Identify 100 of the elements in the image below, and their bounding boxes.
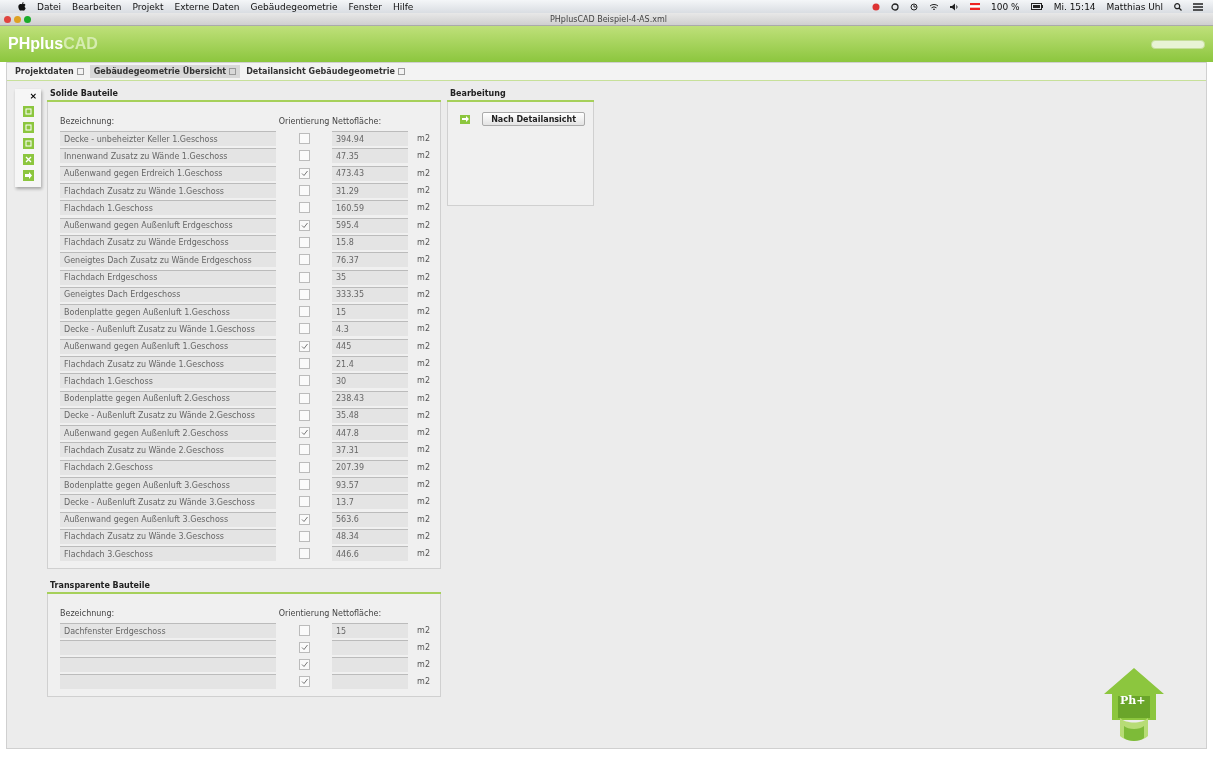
name-field[interactable]: Bodenplatte gegen Außenluft 2.Geschoss bbox=[60, 390, 276, 406]
name-field[interactable]: Bodenplatte gegen Außenluft 3.Geschoss bbox=[60, 477, 276, 493]
orientation-checkbox[interactable] bbox=[298, 659, 310, 671]
area-field[interactable] bbox=[332, 640, 408, 656]
tool-icon[interactable] bbox=[22, 154, 34, 165]
orientation-checkbox[interactable] bbox=[298, 358, 310, 369]
orientation-checkbox[interactable] bbox=[298, 392, 310, 404]
name-field[interactable]: Dachfenster Erdgeschoss bbox=[60, 623, 276, 639]
name-field[interactable]: Flachdach Zusatz zu Wände 1.Geschoss bbox=[60, 183, 276, 199]
name-field[interactable]: Flachdach Zusatz zu Wände 1.Geschoss bbox=[60, 356, 276, 371]
orientation-checkbox[interactable] bbox=[298, 444, 310, 456]
area-field[interactable]: 93.57 bbox=[332, 477, 408, 493]
area-field[interactable]: 15.8 bbox=[332, 234, 408, 250]
orientation-checkbox[interactable] bbox=[298, 323, 310, 335]
area-field[interactable]: 48.34 bbox=[332, 528, 408, 544]
menu-item[interactable]: Projekt bbox=[132, 1, 164, 12]
name-field[interactable]: Decke - Außenluft Zusatz zu Wände 1.Geschoss bbox=[60, 321, 276, 337]
name-field[interactable]: Geneigtes Dach Erdgeschoss bbox=[60, 286, 276, 302]
close-button[interactable] bbox=[4, 15, 11, 23]
area-field[interactable]: 447.8 bbox=[332, 425, 408, 441]
name-field[interactable]: Geneigtes Dach Zusatz zu Wände Erdgeschoss bbox=[60, 252, 276, 268]
area-field[interactable]: 207.39 bbox=[332, 459, 408, 475]
orientation-checkbox[interactable] bbox=[298, 202, 310, 214]
orientation-checkbox[interactable] bbox=[298, 340, 310, 352]
speaker-icon[interactable] bbox=[950, 2, 960, 11]
name-field[interactable]: Innenwand Zusatz zu Wände 1.Geschoss bbox=[60, 148, 276, 164]
area-field[interactable]: 35 bbox=[332, 269, 408, 285]
area-field[interactable]: 15 bbox=[332, 304, 408, 320]
close-button[interactable]: × bbox=[29, 91, 37, 101]
orientation-checkbox[interactable] bbox=[298, 375, 310, 387]
name-field[interactable]: Flachdach Zusatz zu Wände 2.Geschoss bbox=[60, 442, 276, 458]
orientation-checkbox[interactable] bbox=[298, 306, 310, 318]
status-icon[interactable] bbox=[872, 2, 881, 11]
area-field[interactable]: 76.37 bbox=[332, 252, 408, 268]
name-field[interactable] bbox=[60, 674, 276, 690]
search-icon[interactable] bbox=[1174, 2, 1182, 11]
area-field[interactable]: 47.35 bbox=[332, 148, 408, 164]
area-field[interactable]: 595.4 bbox=[332, 217, 408, 233]
battery-icon[interactable] bbox=[1030, 3, 1043, 10]
orientation-checkbox[interactable] bbox=[298, 548, 310, 560]
arrow-icon[interactable] bbox=[460, 114, 471, 124]
tool-icon[interactable] bbox=[22, 106, 34, 117]
detail-view-button[interactable]: Nach Detailansicht bbox=[482, 112, 585, 126]
clock-icon[interactable] bbox=[910, 2, 919, 11]
orientation-checkbox[interactable] bbox=[298, 427, 310, 439]
list-icon[interactable] bbox=[1193, 2, 1203, 11]
name-field[interactable]: Flachdach Erdgeschoss bbox=[60, 269, 276, 285]
tab[interactable]: Projektdaten bbox=[11, 65, 88, 78]
area-field[interactable]: 394.94 bbox=[332, 131, 408, 147]
apple-icon[interactable] bbox=[18, 2, 26, 11]
tool-icon[interactable] bbox=[22, 122, 34, 133]
wifi-icon[interactable] bbox=[929, 2, 940, 11]
name-field[interactable]: Flachdach 1.Geschoss bbox=[60, 200, 276, 216]
area-field[interactable]: 21.4 bbox=[332, 356, 408, 371]
area-field[interactable] bbox=[332, 657, 408, 673]
name-field[interactable] bbox=[60, 640, 276, 656]
orientation-checkbox[interactable] bbox=[298, 642, 310, 654]
name-field[interactable]: Flachdach Zusatz zu Wände Erdgeschoss bbox=[60, 234, 276, 250]
orientation-checkbox[interactable] bbox=[298, 254, 310, 266]
tool-icon[interactable] bbox=[22, 170, 34, 181]
name-field[interactable]: Decke - Außenluft Zusatz zu Wände 2.Geschoss bbox=[60, 407, 276, 423]
orientation-checkbox[interactable] bbox=[298, 530, 310, 542]
zoom-button[interactable] bbox=[24, 15, 31, 23]
area-field[interactable]: 37.31 bbox=[332, 442, 408, 458]
area-field[interactable]: 15 bbox=[332, 623, 408, 639]
name-field[interactable]: Außenwand gegen Außenluft 1.Geschoss bbox=[60, 338, 276, 354]
orientation-checkbox[interactable] bbox=[298, 409, 310, 421]
menu-item[interactable]: Fenster bbox=[348, 1, 382, 12]
menu-item[interactable]: Datei bbox=[37, 1, 61, 12]
orientation-checkbox[interactable] bbox=[298, 288, 310, 300]
tab[interactable]: Gebäudegeometrie Übersicht bbox=[89, 65, 241, 78]
name-field[interactable]: Außenwand gegen Außenluft 2.Geschoss bbox=[60, 425, 276, 441]
name-field[interactable]: Flachdach 3.Geschoss bbox=[60, 546, 276, 562]
area-field[interactable] bbox=[332, 674, 408, 690]
name-field[interactable]: Decke - unbeheizter Keller 1.Geschoss bbox=[60, 131, 276, 147]
user-name[interactable]: Matthias Uhl bbox=[1106, 1, 1163, 12]
orientation-checkbox[interactable] bbox=[298, 167, 310, 179]
orientation-checkbox[interactable] bbox=[298, 219, 310, 231]
area-field[interactable]: 30 bbox=[332, 373, 408, 389]
battery-percent[interactable]: 100 % bbox=[991, 1, 1020, 12]
orientation-checkbox[interactable] bbox=[298, 676, 310, 688]
menu-item[interactable]: Hilfe bbox=[392, 1, 414, 12]
area-field[interactable]: 4.3 bbox=[332, 321, 408, 337]
orientation-checkbox[interactable] bbox=[298, 479, 310, 491]
orientation-checkbox[interactable] bbox=[298, 271, 310, 283]
orientation-checkbox[interactable] bbox=[298, 496, 310, 508]
area-field[interactable]: 333.35 bbox=[332, 286, 408, 302]
flag-icon[interactable] bbox=[970, 3, 981, 10]
name-field[interactable] bbox=[60, 657, 276, 673]
sync-icon[interactable] bbox=[891, 2, 900, 11]
area-field[interactable]: 446.6 bbox=[332, 546, 408, 562]
menu-clock[interactable]: Mi. 15:14 bbox=[1053, 1, 1096, 12]
menu-item[interactable]: Externe Daten bbox=[174, 1, 240, 12]
area-field[interactable]: 13.7 bbox=[332, 494, 408, 510]
name-field[interactable]: Außenwand gegen Außenluft 3.Geschoss bbox=[60, 511, 276, 527]
name-field[interactable]: Außenwand gegen Erdreich 1.Geschoss bbox=[60, 165, 276, 181]
tab[interactable]: Detailansicht Gebäudegeometrie bbox=[242, 65, 409, 78]
area-field[interactable]: 445 bbox=[332, 338, 408, 354]
orientation-checkbox[interactable] bbox=[298, 625, 310, 637]
name-field[interactable]: Decke - Außenluft Zusatz zu Wände 3.Geschoss bbox=[60, 494, 276, 510]
